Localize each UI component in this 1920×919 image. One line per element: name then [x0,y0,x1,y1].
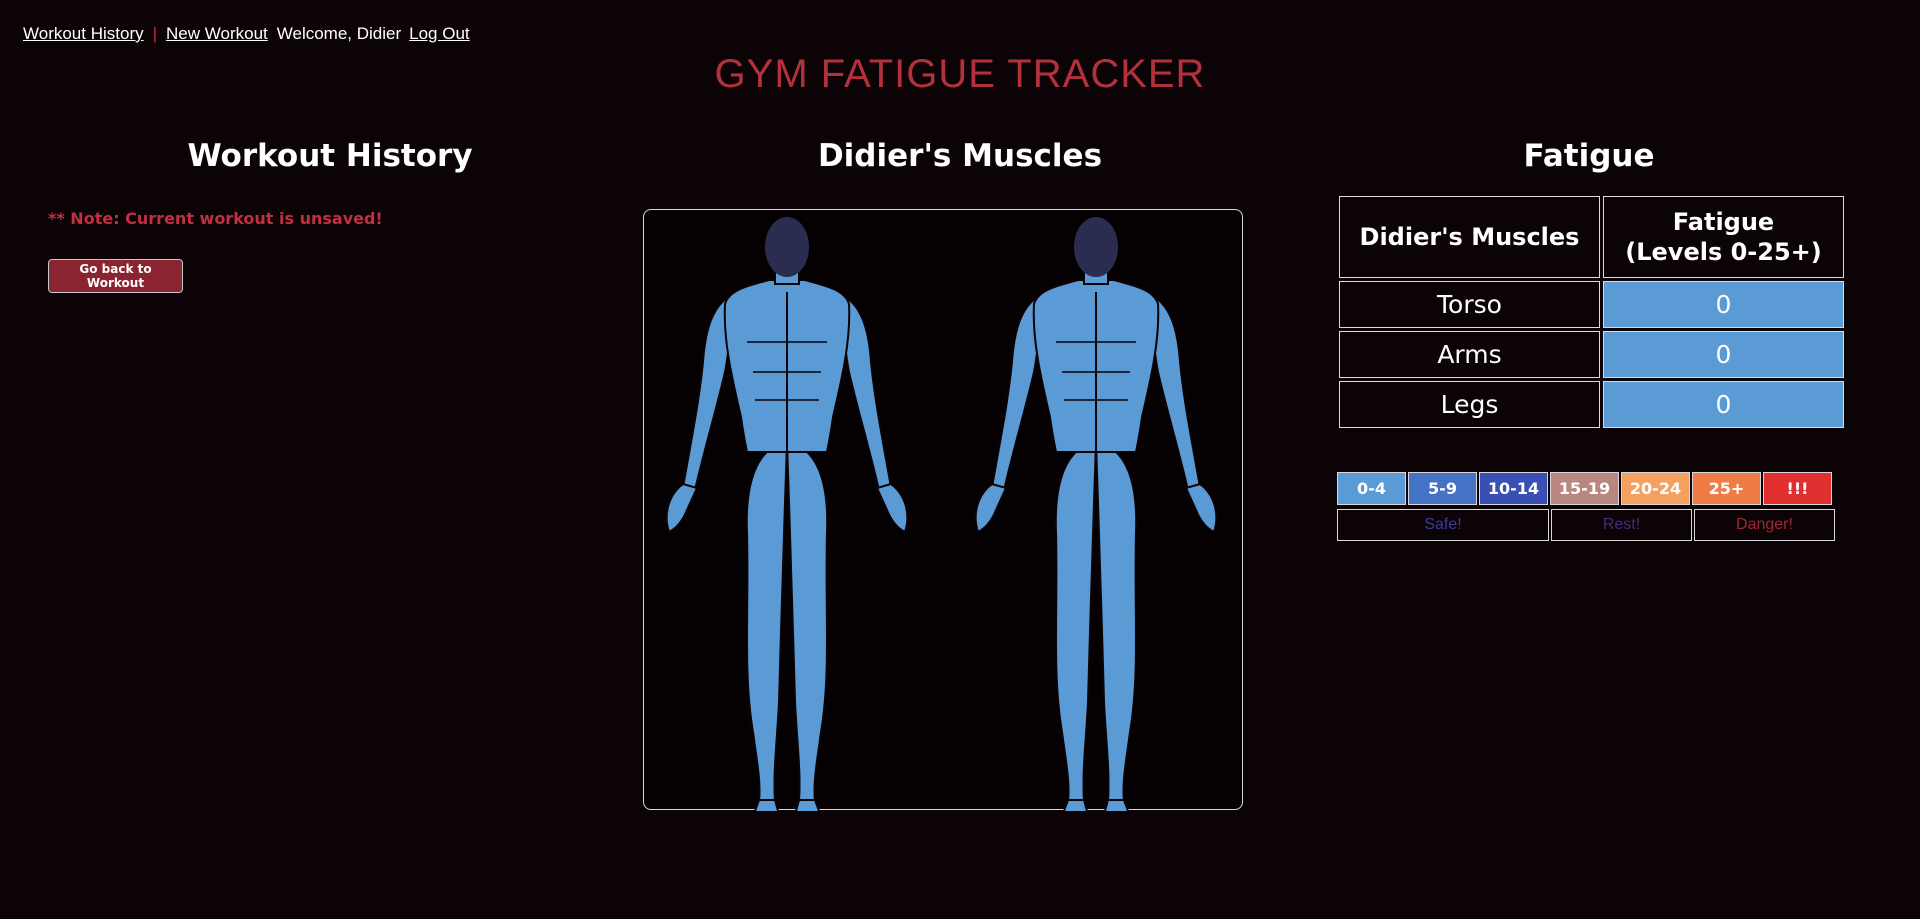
muscle-map-panel [643,209,1243,811]
page: Workout History | New Workout Welcome, D… [0,0,1920,919]
front-body-icon [665,216,909,811]
unsaved-workout-note: ** Note: Current workout is unsaved! [48,209,383,228]
go-back-to-workout-button[interactable]: Go back to Workout [48,259,183,293]
muscle-name-cell: Arms [1339,331,1600,378]
fatigue-value-cell: 0 [1603,281,1844,328]
back-body-icon [974,216,1218,811]
logout-link[interactable]: Log Out [409,24,470,44]
table-row: Torso 0 [1339,281,1844,328]
level-chip-0-4: 0-4 [1337,472,1406,505]
legend-label-rest: Rest! [1551,509,1692,541]
level-chip-5-9: 5-9 [1408,472,1477,505]
level-chip-25-plus: 25+ [1692,472,1761,505]
fatigue-heading: Fatigue [1523,138,1655,174]
workout-history-link[interactable]: Workout History [23,24,144,44]
table-row: Legs 0 [1339,381,1844,428]
fatigue-status-legend: Safe! Rest! Danger! [1337,509,1835,541]
muscles-heading: Didier's Muscles [817,138,1103,174]
level-chip-10-14: 10-14 [1479,472,1548,505]
fatigue-level-legend: 0-4 5-9 10-14 15-19 20-24 25+ !!! [1337,472,1832,505]
muscle-column-header: Didier's Muscles [1339,196,1600,278]
level-chip-15-19: 15-19 [1550,472,1619,505]
top-nav: Workout History | New Workout Welcome, D… [23,24,470,44]
new-workout-link[interactable]: New Workout [166,24,268,44]
app-title: GYM FATIGUE TRACKER [714,52,1206,96]
fatigue-value-cell: 0 [1603,331,1844,378]
level-chip-danger: !!! [1763,472,1832,505]
muscle-name-cell: Torso [1339,281,1600,328]
muscle-name-cell: Legs [1339,381,1600,428]
fatigue-header-line1: Fatigue [1672,208,1775,236]
muscle-map [665,216,1218,811]
fatigue-header-line2: (Levels 0-25+) [1625,238,1822,266]
nav-separator: | [152,24,158,43]
fatigue-column-header: Fatigue (Levels 0-25+) [1603,196,1844,278]
workout-history-heading: Workout History [187,138,473,174]
fatigue-value-cell: 0 [1603,381,1844,428]
welcome-text: Welcome, Didier [276,24,402,43]
level-chip-20-24: 20-24 [1621,472,1690,505]
fatigue-table: Didier's Muscles Fatigue (Levels 0-25+) … [1336,193,1847,431]
legend-label-danger: Danger! [1694,509,1835,541]
table-row: Arms 0 [1339,331,1844,378]
legend-label-safe: Safe! [1337,509,1549,541]
